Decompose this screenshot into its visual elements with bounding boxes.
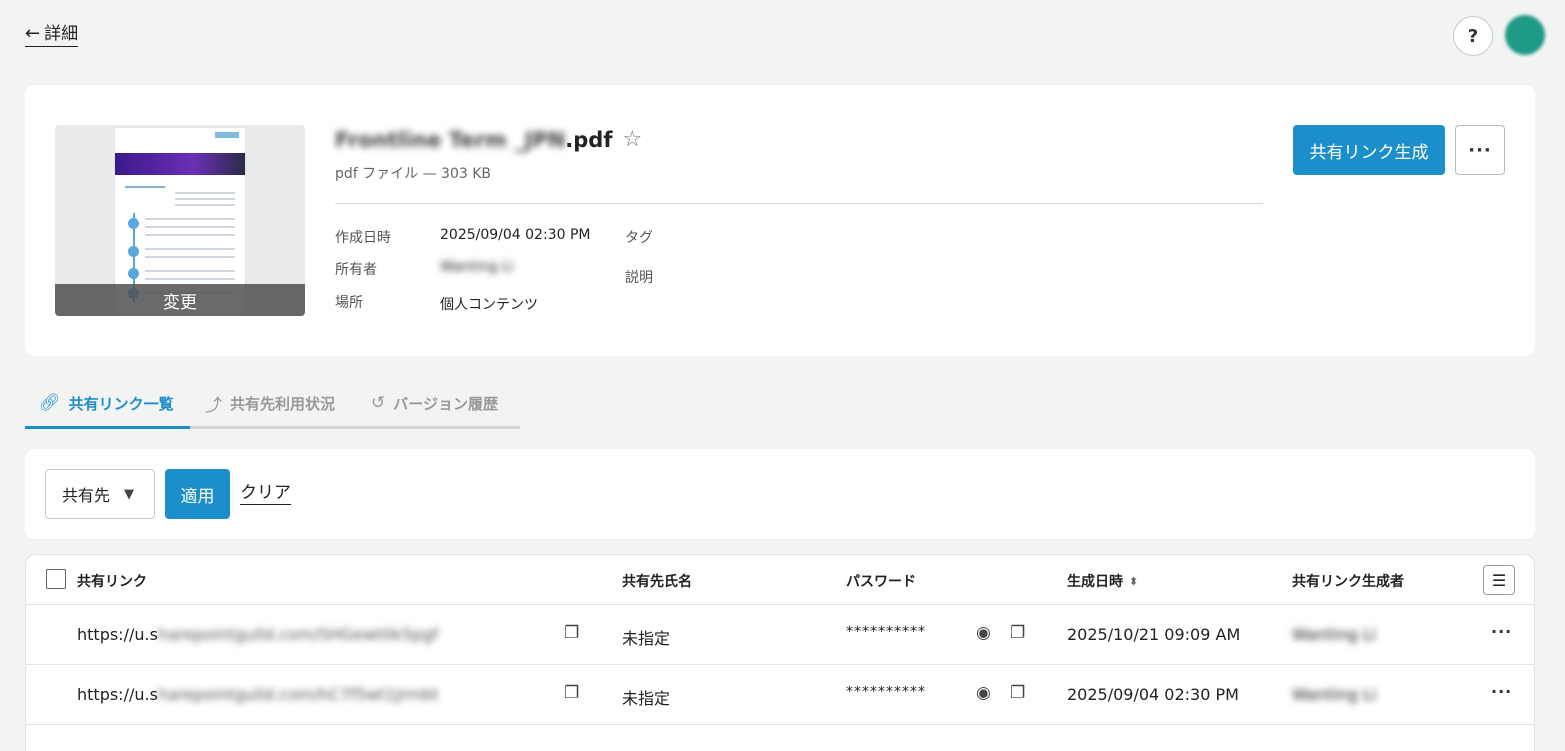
- url-prefix: https://u.s: [77, 685, 158, 704]
- header-created-label: 生成日時: [1067, 574, 1123, 590]
- copy-icon[interactable]: ❐: [564, 683, 579, 703]
- file-title: Frontline Term _JPN .pdf ☆: [335, 127, 642, 152]
- creator-name: Wanting Li: [1292, 685, 1377, 704]
- create-share-link-button[interactable]: 共有リンク生成: [1293, 125, 1445, 175]
- password-masked: **********: [846, 684, 926, 700]
- created-value: 2025/09/04 02:30 PM: [440, 227, 591, 243]
- select-value: 共有先: [62, 486, 111, 505]
- table-header: 共有リンク 共有先氏名 パスワード 生成日時 ⬍ 共有リンク生成者 ☰: [26, 555, 1534, 605]
- copy-icon[interactable]: ❐: [1010, 683, 1025, 703]
- history-icon: ↺: [371, 393, 386, 413]
- header-password: パスワード: [846, 574, 916, 590]
- select-all-checkbox[interactable]: [46, 569, 66, 589]
- arrow-left-icon: ←: [25, 23, 41, 44]
- file-name-blurred: Frontline Term _JPN: [335, 127, 566, 152]
- back-label: 詳細: [44, 24, 79, 44]
- tab-share-links[interactable]: 🔗︎ 共有リンク一覧: [39, 380, 174, 426]
- copy-icon[interactable]: ❐: [564, 623, 579, 643]
- share-links-table: 共有リンク 共有先氏名 パスワード 生成日時 ⬍ 共有リンク生成者 ☰ http…: [25, 554, 1535, 751]
- file-extension: .pdf: [565, 127, 613, 152]
- location-label: 場所: [335, 295, 363, 311]
- url-blurred: harepointgulld.com/SHGewt0k5pgf: [157, 625, 439, 644]
- tab-bar: 🔗︎ 共有リンク一覧 ⤴ 共有先利用状況 ↺ バージョン履歴: [25, 380, 520, 429]
- star-icon[interactable]: ☆: [622, 127, 642, 152]
- divider: [335, 203, 1263, 204]
- table-row: https://u.s harepointgulld.com/hC7f5wt1J…: [26, 665, 1534, 725]
- url-blurred: harepointgulld.com/hC7f5wt1Jrmbt: [157, 685, 439, 704]
- row-more-icon[interactable]: ···: [1491, 682, 1512, 701]
- help-button[interactable]: ?: [1453, 16, 1493, 56]
- description-label: 説明: [625, 270, 653, 286]
- header-created[interactable]: 生成日時 ⬍: [1067, 571, 1138, 591]
- eye-icon[interactable]: ◉: [976, 683, 991, 703]
- tags-label: タグ: [625, 230, 653, 246]
- password-masked: **********: [846, 624, 926, 640]
- eye-icon[interactable]: ◉: [976, 623, 991, 643]
- active-tab-indicator: [25, 426, 190, 429]
- recipient-name: 未指定: [622, 689, 671, 708]
- sort-icon[interactable]: ⬍: [1129, 575, 1138, 588]
- tab-version-history[interactable]: ↺ バージョン履歴: [371, 380, 498, 426]
- tab-label: 共有先利用状況: [230, 394, 336, 413]
- row-more-icon[interactable]: ···: [1491, 622, 1512, 641]
- clear-link[interactable]: クリア: [240, 483, 291, 505]
- owner-value: Wanting Li: [440, 259, 514, 275]
- recipient-name: 未指定: [622, 629, 671, 648]
- tab-usage[interactable]: ⤴ 共有先利用状況: [205, 380, 335, 426]
- header-creator: 共有リンク生成者: [1292, 574, 1404, 590]
- owner-label: 所有者: [335, 262, 377, 278]
- file-thumbnail[interactable]: 変更: [55, 125, 305, 316]
- header-link: 共有リンク: [77, 574, 147, 590]
- filter-bar: 共有先 ▼ 適用 クリア: [25, 449, 1535, 539]
- more-options-button[interactable]: ···: [1455, 125, 1505, 175]
- tab-label: バージョン履歴: [393, 394, 498, 413]
- table-row: https://u.s harepointgulld.com/SHGewt0k5…: [26, 605, 1534, 665]
- chevron-down-icon: ▼: [124, 486, 135, 502]
- tab-label: 共有リンク一覧: [68, 394, 174, 413]
- creator-name: Wanting Li: [1292, 625, 1377, 644]
- location-value: 個人コンテンツ: [440, 297, 538, 313]
- column-settings-button[interactable]: ☰: [1483, 565, 1515, 595]
- apply-button[interactable]: 適用: [165, 469, 230, 519]
- file-detail-card: 変更 Frontline Term _JPN .pdf ☆ pdf ファイル —…: [25, 85, 1535, 356]
- copy-icon[interactable]: ❐: [1010, 623, 1025, 643]
- avatar[interactable]: [1505, 15, 1545, 55]
- created-datetime: 2025/09/04 02:30 PM: [1067, 685, 1239, 704]
- file-meta: pdf ファイル — 303 KB: [335, 166, 492, 182]
- share-link-url[interactable]: https://u.s harepointgulld.com/hC7f5wt1J…: [77, 685, 439, 704]
- change-thumbnail-button[interactable]: 変更: [55, 284, 305, 316]
- more-horizontal-icon: ···: [1468, 139, 1492, 161]
- created-label: 作成日時: [335, 230, 391, 246]
- header-recipient: 共有先氏名: [622, 574, 692, 590]
- link-icon: 🔗︎: [39, 393, 61, 413]
- share-link-url[interactable]: https://u.s harepointgulld.com/SHGewt0k5…: [77, 625, 438, 644]
- analytics-icon: ⤴: [205, 395, 222, 416]
- created-datetime: 2025/10/21 09:09 AM: [1067, 625, 1241, 644]
- menu-icon: ☰: [1491, 570, 1507, 590]
- back-link[interactable]: ← 詳細: [25, 23, 79, 47]
- recipient-filter-select[interactable]: 共有先 ▼: [45, 469, 155, 519]
- url-prefix: https://u.s: [77, 625, 158, 644]
